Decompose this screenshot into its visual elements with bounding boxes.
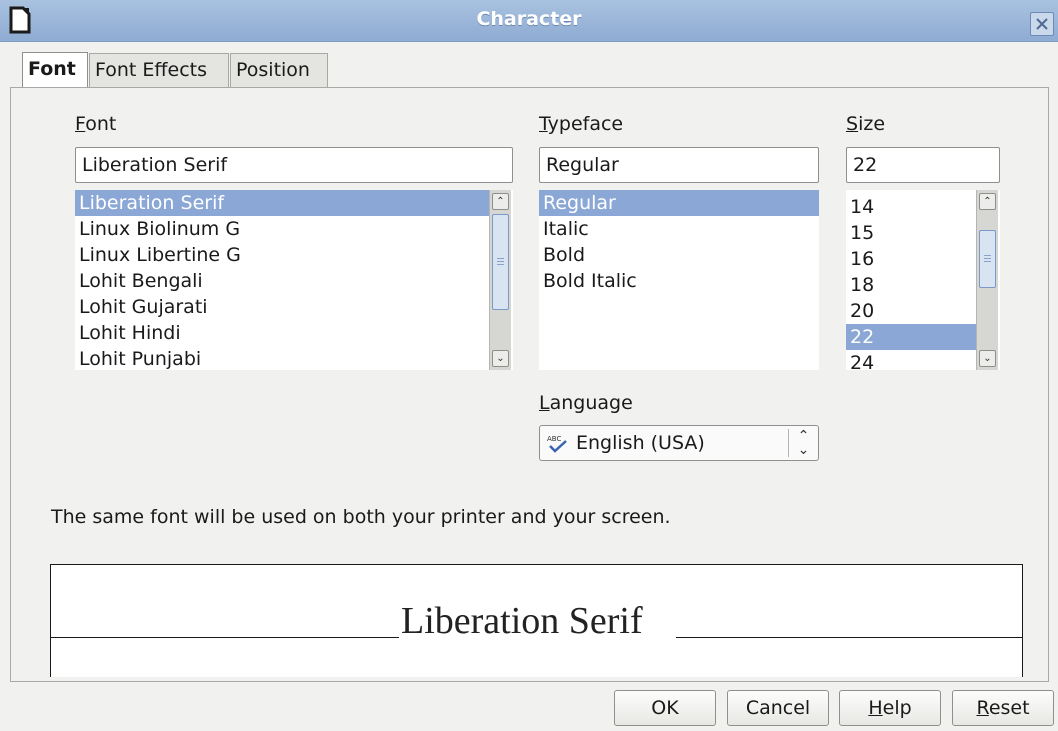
font-list-scrollbar[interactable]: ⌃ ⌄ bbox=[489, 190, 511, 370]
size-label: Size bbox=[846, 113, 886, 135]
size-list-item[interactable]: 22 bbox=[846, 324, 976, 350]
font-info-note: The same font will be used on both your … bbox=[51, 506, 671, 528]
font-list-item[interactable]: Lohit Hindi bbox=[75, 320, 489, 346]
size-list-item[interactable]: 20 bbox=[846, 298, 976, 324]
size-list-item[interactable]: 24 bbox=[846, 350, 976, 370]
typeface-list-item[interactable]: Bold bbox=[539, 242, 819, 268]
reset-button[interactable]: Reset bbox=[952, 690, 1054, 726]
chevron-up-down-icon: ⌃ ⌄ bbox=[788, 429, 818, 457]
language-label: Language bbox=[539, 392, 633, 414]
typeface-list[interactable]: Regular Italic Bold Bold Italic bbox=[539, 190, 819, 370]
cancel-button[interactable]: Cancel bbox=[727, 690, 829, 726]
spellcheck-icon: ABC bbox=[547, 435, 567, 453]
ok-button[interactable]: OK bbox=[614, 690, 716, 726]
tab-font-effects[interactable]: Font Effects bbox=[89, 53, 229, 87]
svg-text:ABC: ABC bbox=[547, 435, 561, 443]
size-list-item[interactable]: 14 bbox=[846, 194, 976, 220]
size-input[interactable]: 22 bbox=[846, 147, 1000, 183]
help-button[interactable]: Help bbox=[839, 690, 941, 726]
size-list-scrollbar[interactable]: ⌃ ⌄ bbox=[976, 190, 998, 370]
size-list-item[interactable]: 18 bbox=[846, 272, 976, 298]
scroll-thumb[interactable] bbox=[492, 214, 509, 310]
preview-baseline-left bbox=[51, 637, 399, 638]
scroll-up-icon[interactable]: ⌃ bbox=[979, 193, 996, 210]
font-list-item[interactable]: Lohit Gujarati bbox=[75, 294, 489, 320]
scroll-down-icon[interactable]: ⌄ bbox=[492, 350, 509, 367]
font-label: Font bbox=[75, 113, 117, 135]
preview-baseline-right bbox=[676, 637, 1022, 638]
language-value: English (USA) bbox=[576, 432, 705, 454]
close-icon bbox=[1036, 18, 1048, 30]
typeface-list-item[interactable]: Italic bbox=[539, 216, 819, 242]
tab-font[interactable]: Font bbox=[22, 52, 88, 88]
font-list-item[interactable]: Linux Biolinum G bbox=[75, 216, 489, 242]
scroll-up-icon[interactable]: ⌃ bbox=[492, 193, 509, 210]
typeface-input[interactable]: Regular bbox=[539, 147, 819, 183]
tab-position[interactable]: Position bbox=[230, 53, 328, 87]
font-preview: Liberation Serif bbox=[50, 564, 1023, 677]
typeface-label: Typeface bbox=[539, 113, 624, 135]
close-button[interactable] bbox=[1030, 12, 1054, 36]
size-list[interactable]: 14 15 16 18 20 22 24 ⌃ ⌄ bbox=[846, 190, 1000, 370]
font-list-item[interactable]: Liberation Serif bbox=[75, 190, 489, 216]
size-list-item[interactable]: 16 bbox=[846, 246, 976, 272]
typeface-list-item[interactable]: Regular bbox=[539, 190, 819, 216]
typeface-list-item[interactable]: Bold Italic bbox=[539, 268, 819, 294]
scroll-down-icon[interactable]: ⌄ bbox=[979, 350, 996, 367]
size-list-item[interactable]: 15 bbox=[846, 220, 976, 246]
preview-text: Liberation Serif bbox=[401, 600, 643, 642]
window-title: Character bbox=[476, 8, 582, 30]
font-list-item[interactable]: Linux Libertine G bbox=[75, 242, 489, 268]
language-select[interactable]: ABC English (USA) ⌃ ⌄ bbox=[539, 425, 819, 461]
scroll-thumb[interactable] bbox=[979, 230, 996, 288]
font-list[interactable]: Liberation Serif Linux Biolinum G Linux … bbox=[75, 190, 513, 370]
font-name-input[interactable]: Liberation Serif bbox=[75, 147, 513, 183]
font-list-item[interactable]: Lohit Punjabi bbox=[75, 346, 489, 370]
font-list-item[interactable]: Lohit Bengali bbox=[75, 268, 489, 294]
title-bar[interactable]: Character bbox=[0, 0, 1058, 42]
